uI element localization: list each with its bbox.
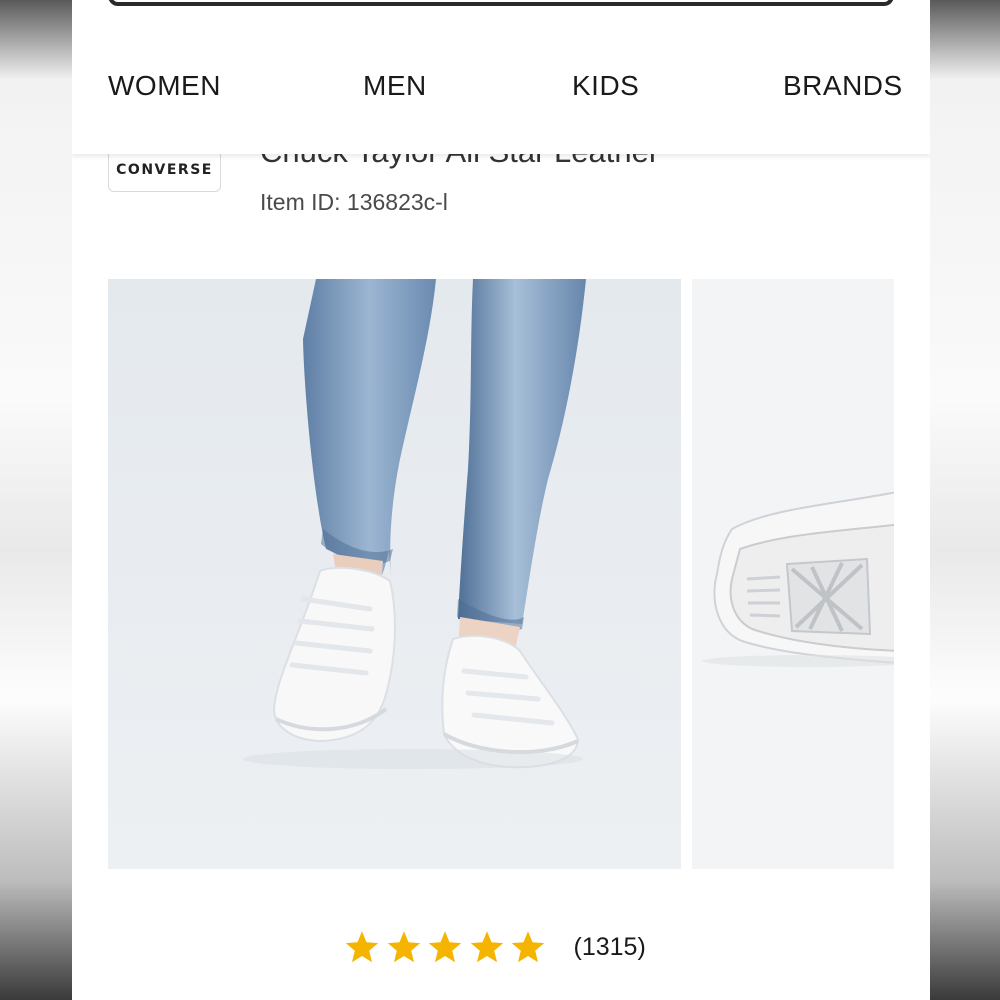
product-rating[interactable]: (1315): [344, 922, 646, 972]
category-nav: WOMEN MEN KIDS BRANDS: [72, 46, 930, 154]
brand-logo-text: CONVERSE: [116, 162, 213, 178]
star-icon: [345, 931, 379, 963]
star-icon: [428, 931, 462, 963]
backdrop-right: [928, 0, 1000, 1000]
sole-photo-illustration: [692, 279, 894, 869]
backdrop-left: [0, 0, 72, 1000]
star-icon: [387, 931, 420, 963]
review-count[interactable]: (1315): [574, 933, 646, 962]
nav-item-men[interactable]: MEN: [363, 70, 427, 102]
star-icon: [470, 931, 503, 963]
product-photo-sole[interactable]: [692, 279, 894, 869]
on-feet-photo-illustration: [108, 279, 681, 869]
search-input[interactable]: [108, 0, 894, 6]
item-id: Item ID: 136823c-l: [260, 189, 448, 215]
nav-item-women[interactable]: WOMEN: [108, 70, 221, 102]
nav-item-brands[interactable]: BRANDS: [783, 70, 903, 102]
star-icon: [511, 931, 545, 963]
product-photo-on-feet[interactable]: [108, 279, 681, 869]
product-image-gallery[interactable]: [108, 279, 894, 869]
product-page: WOMEN MEN KIDS BRANDS CONVERSE Chuck Tay…: [72, 0, 930, 1000]
nav-item-kids[interactable]: KIDS: [572, 70, 639, 102]
